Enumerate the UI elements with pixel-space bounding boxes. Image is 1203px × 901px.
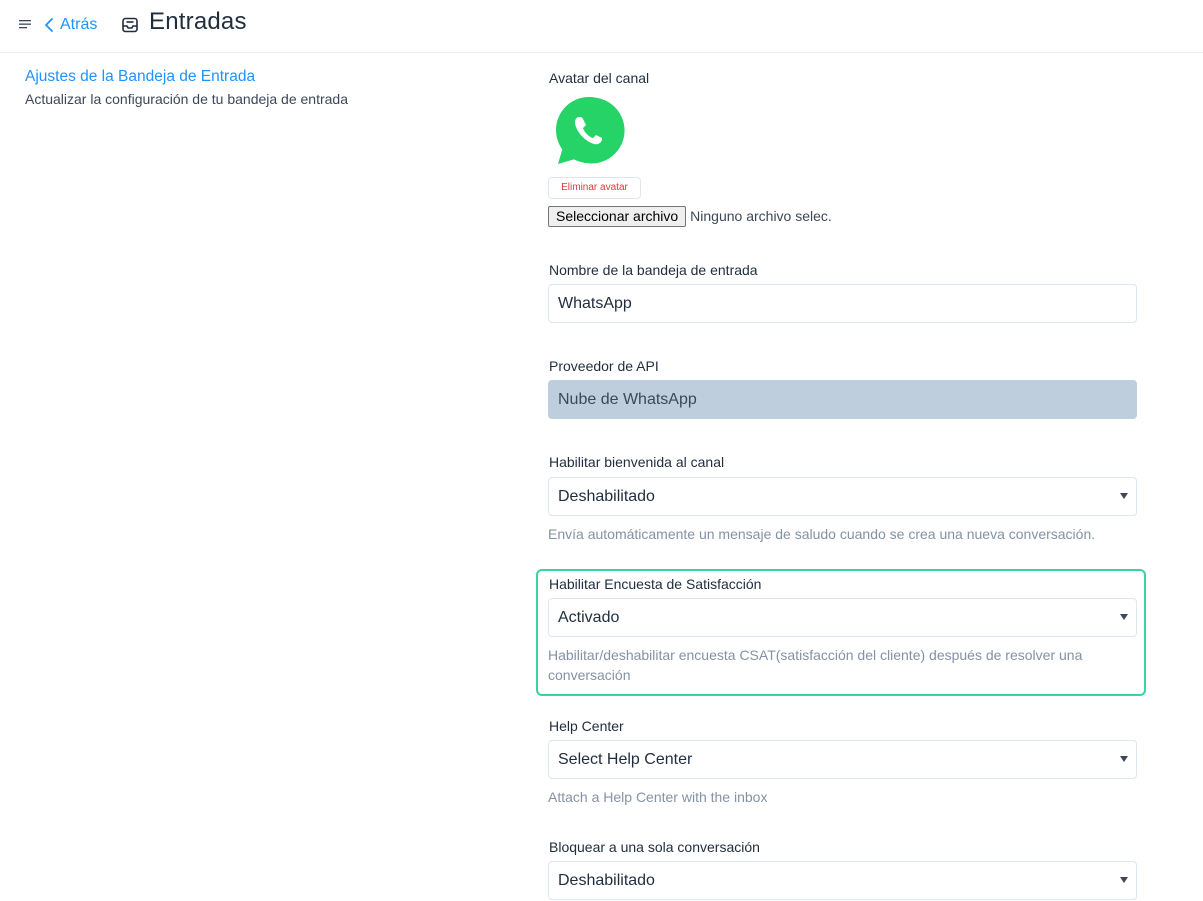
channel-avatar — [548, 92, 628, 172]
remove-avatar-button[interactable]: Eliminar avatar — [548, 177, 641, 199]
lock-conversation-select-value: Deshabilitado — [558, 872, 655, 889]
greeting-select-value: Deshabilitado — [558, 488, 655, 505]
choose-file-button[interactable]: Seleccionar archivo — [548, 205, 687, 227]
greeting-select[interactable]: Deshabilitado — [548, 477, 1137, 516]
settings-section-header: Ajustes de la Bandeja de Entrada Actuali… — [25, 67, 485, 109]
help-center-help: Attach a Help Center with the inbox — [548, 789, 768, 805]
chevron-left-icon — [45, 18, 53, 32]
caret-down-icon — [1120, 756, 1128, 762]
help-center-select[interactable]: Select Help Center — [548, 740, 1137, 779]
whatsapp-logo-icon — [552, 96, 626, 170]
help-center-select-value: Select Help Center — [558, 751, 693, 768]
csat-select-value: Activado — [558, 609, 620, 626]
inbox-name-input[interactable]: WhatsApp — [548, 284, 1137, 323]
back-button[interactable]: Atrás — [44, 14, 97, 36]
file-status: Ninguno archivo selec. — [690, 208, 832, 224]
caret-down-icon — [1120, 614, 1128, 620]
section-title: Ajustes de la Bandeja de Entrada — [25, 68, 256, 85]
avatar-label: Avatar del canal — [549, 70, 650, 86]
csat-select[interactable]: Activado — [548, 598, 1137, 637]
back-label: Atrás — [60, 16, 98, 33]
csat-help-line2: conversación — [548, 667, 631, 683]
csat-help-line1: Habilitar/deshabilitar encuesta CSAT(sat… — [548, 647, 1083, 663]
caret-down-icon — [1120, 877, 1128, 883]
greeting-label: Habilitar bienvenida al canal — [549, 454, 725, 470]
menu-icon[interactable] — [18, 17, 32, 31]
section-subtitle: Actualizar la configuración de tu bandej… — [25, 91, 348, 107]
api-provider-label: Proveedor de API — [549, 358, 659, 374]
lock-conversation-select[interactable]: Deshabilitado — [548, 861, 1137, 900]
inbox-icon — [122, 17, 138, 33]
help-center-label: Help Center — [549, 718, 624, 734]
caret-down-icon — [1120, 493, 1128, 499]
greeting-help: Envía automáticamente un mensaje de salu… — [548, 526, 1096, 542]
lock-conversation-label: Bloquear a una sola conversación — [549, 839, 760, 855]
file-picker: Seleccionar archivo Ninguno archivo sele… — [548, 205, 832, 227]
csat-label: Habilitar Encuesta de Satisfacción — [549, 576, 762, 592]
page-title: Entradas — [149, 8, 247, 35]
top-bar: Atrás Entradas — [0, 0, 1203, 53]
inbox-name-label: Nombre de la bandeja de entrada — [549, 262, 758, 278]
api-provider-input: Nube de WhatsApp — [548, 380, 1137, 419]
